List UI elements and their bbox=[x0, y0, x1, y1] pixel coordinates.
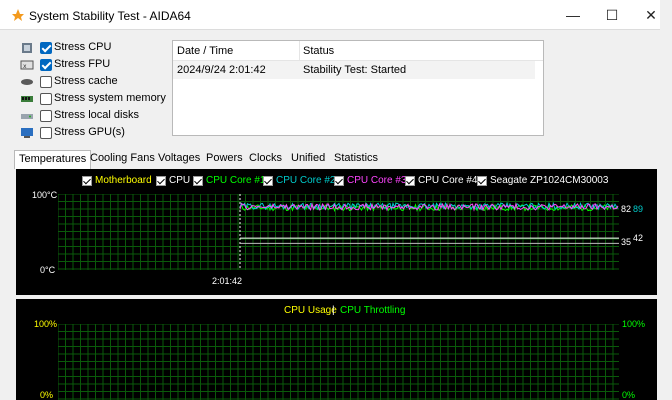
usage-y-top-left: 100% bbox=[34, 319, 58, 329]
legend-core1-checkbox[interactable] bbox=[193, 176, 203, 186]
sensor-tabs: Temperatures Cooling Fans Voltages Power… bbox=[14, 150, 654, 169]
legend-motherboard-label: Motherboard bbox=[95, 175, 152, 186]
log-header: Date / Time Status bbox=[173, 41, 543, 61]
y-axis-bottom-label: 0°C bbox=[40, 265, 56, 275]
option-stress-gpu[interactable]: Stress GPU(s) bbox=[20, 125, 180, 141]
option-stress-memory[interactable]: Stress system memory bbox=[20, 91, 180, 107]
legend-core2-label: CPU Core #2 bbox=[276, 175, 336, 186]
status-log-table: Date / Time Status 2024/9/24 2:01:42 Sta… bbox=[172, 40, 544, 136]
log-header-status[interactable]: Status bbox=[303, 45, 334, 57]
cpu-usage-graph-panel: CPU Usage | CPU Throttling 100% 100% 0% … bbox=[16, 299, 657, 400]
legend-core2-checkbox[interactable] bbox=[263, 176, 273, 186]
option-stress-fpu[interactable]: x Stress FPU bbox=[20, 57, 180, 73]
stress-gpu-label: Stress GPU(s) bbox=[54, 126, 125, 138]
stress-cpu-label: Stress CPU bbox=[54, 41, 112, 53]
aida64-logo-icon bbox=[12, 9, 24, 21]
seagate-current-value: 42 bbox=[633, 233, 644, 243]
window-scrollbar[interactable] bbox=[660, 0, 672, 400]
title-bar: System Stability Test - AIDA64 — ☐ ✕ bbox=[0, 0, 672, 30]
legend-motherboard-checkbox[interactable] bbox=[82, 176, 92, 186]
usage-plot bbox=[58, 324, 619, 400]
fpu-icon: x bbox=[20, 60, 34, 70]
core2-current-value: 89 bbox=[633, 204, 644, 214]
tab-powers[interactable]: Powers bbox=[202, 150, 247, 168]
option-stress-disks[interactable]: Stress local disks bbox=[20, 108, 180, 124]
maximize-button[interactable]: ☐ bbox=[593, 0, 631, 30]
usage-y-bottom-right: 0% bbox=[622, 390, 636, 400]
tab-cooling-fans[interactable]: Cooling Fans bbox=[86, 150, 159, 168]
option-stress-cpu[interactable]: Stress CPU bbox=[20, 40, 180, 56]
core1-current-value: 82 bbox=[621, 204, 632, 214]
stress-fpu-checkbox[interactable] bbox=[40, 59, 52, 71]
disk-icon bbox=[21, 114, 33, 119]
option-stress-cache[interactable]: Stress cache bbox=[20, 74, 180, 90]
tab-unified[interactable]: Unified bbox=[287, 150, 329, 168]
usage-title-separator: | bbox=[332, 305, 335, 316]
log-cell-datetime: 2024/9/24 2:01:42 bbox=[177, 64, 266, 76]
legend-core4-label: CPU Core #4 bbox=[418, 175, 478, 186]
tab-clocks[interactable]: Clocks bbox=[245, 150, 286, 168]
legend-cpu-checkbox[interactable] bbox=[156, 176, 166, 186]
usage-y-bottom-left: 0% bbox=[40, 390, 54, 400]
legend-core1-label: CPU Core #1 bbox=[206, 175, 266, 186]
temperature-plot bbox=[58, 194, 619, 270]
y-axis-top-label: 100°C bbox=[32, 190, 58, 200]
stress-gpu-checkbox[interactable] bbox=[40, 127, 52, 139]
legend-core3-checkbox[interactable] bbox=[334, 176, 344, 186]
stress-fpu-label: Stress FPU bbox=[54, 58, 111, 70]
window-title: System Stability Test - AIDA64 bbox=[29, 9, 191, 23]
stress-memory-label: Stress system memory bbox=[54, 92, 166, 104]
stress-cpu-checkbox[interactable] bbox=[40, 42, 52, 54]
legend-seagate-label: Seagate ZP1024CM30003 bbox=[490, 175, 609, 186]
usage-y-top-right: 100% bbox=[622, 319, 646, 329]
motherboard-current-value: 35 bbox=[621, 237, 632, 247]
legend-seagate-checkbox[interactable] bbox=[477, 176, 487, 186]
stress-disks-label: Stress local disks bbox=[54, 109, 139, 121]
cpu-usage-title: CPU Usage bbox=[284, 305, 337, 316]
temperature-graph-panel: Motherboard CPU CPU Core #1 CPU Core #2 … bbox=[16, 169, 657, 295]
stress-disks-checkbox[interactable] bbox=[40, 110, 52, 122]
usage-grid bbox=[58, 324, 619, 400]
cpu-throttling-title: CPU Throttling bbox=[340, 305, 406, 316]
log-cell-status: Stability Test: Started bbox=[303, 64, 407, 76]
stress-cache-checkbox[interactable] bbox=[40, 76, 52, 88]
stress-cache-label: Stress cache bbox=[54, 75, 118, 87]
cache-icon bbox=[21, 79, 33, 85]
stress-memory-checkbox[interactable] bbox=[40, 93, 52, 105]
log-header-datetime[interactable]: Date / Time bbox=[177, 45, 233, 57]
x-axis-time-label: 2:01:42 bbox=[212, 276, 243, 286]
memory-icon bbox=[21, 96, 33, 102]
svg-text:x: x bbox=[23, 63, 27, 70]
table-row[interactable]: 2024/9/24 2:01:42 Stability Test: Starte… bbox=[173, 61, 535, 79]
log-header-divider bbox=[299, 41, 300, 61]
legend-core3-label: CPU Core #3 bbox=[347, 175, 407, 186]
tab-statistics[interactable]: Statistics bbox=[330, 150, 382, 168]
gpu-icon bbox=[21, 128, 33, 138]
minimize-button[interactable]: — bbox=[554, 0, 592, 30]
legend-cpu-label: CPU bbox=[169, 175, 191, 186]
tab-voltages[interactable]: Voltages bbox=[154, 150, 204, 168]
tab-temperatures[interactable]: Temperatures bbox=[14, 150, 92, 169]
cpu-icon bbox=[22, 43, 32, 53]
legend-core4-checkbox[interactable] bbox=[405, 176, 415, 186]
